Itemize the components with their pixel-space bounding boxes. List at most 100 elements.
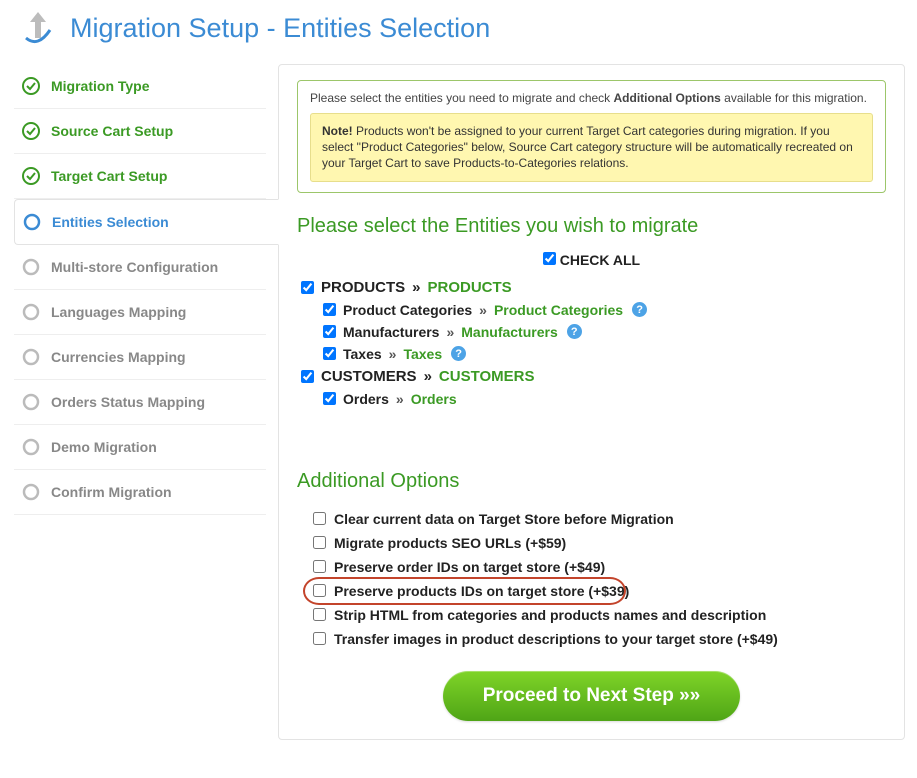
entity-group: PRODUCTS » PRODUCTS <box>301 276 886 299</box>
entity-source: Orders <box>343 391 389 407</box>
proceed-wrap: Proceed to Next Step »» <box>297 671 886 721</box>
entity-sub: Product Categories » Product Categories? <box>323 299 886 321</box>
option-row: Strip HTML from categories and products … <box>313 603 886 627</box>
main-panel: Please select the entities you need to m… <box>278 64 905 740</box>
sidebar-step-label: Multi-store Configuration <box>51 259 218 275</box>
pending-step-icon <box>22 258 40 276</box>
check-circle-icon <box>22 167 40 185</box>
option-label[interactable]: Transfer images in product descriptions … <box>334 631 778 647</box>
pending-step-icon <box>22 303 40 321</box>
option-checkbox[interactable] <box>313 608 326 621</box>
option-label[interactable]: Preserve products IDs on target store (+… <box>334 583 629 599</box>
option-checkbox[interactable] <box>313 512 326 525</box>
sidebar-step-label: Confirm Migration <box>51 484 172 500</box>
entity-target: Orders <box>411 391 457 407</box>
entity-target: PRODUCTS <box>428 279 512 296</box>
entity-sub: Taxes » Taxes? <box>323 343 886 365</box>
entity-source: Product Categories <box>343 302 472 318</box>
entity-label[interactable]: Orders » Orders <box>343 391 457 407</box>
sidebar-step[interactable]: Target Cart Setup <box>14 154 266 199</box>
option-row: Migrate products SEO URLs (+$59) <box>313 531 886 555</box>
check-circle-icon <box>22 77 40 95</box>
sidebar-step-label: Demo Migration <box>51 439 157 455</box>
entity-label[interactable]: Manufacturers » Manufacturers <box>343 324 558 340</box>
option-label[interactable]: Preserve order IDs on target store (+$49… <box>334 559 605 575</box>
check-all-row: CHECK ALL <box>297 252 886 268</box>
arrow-icon: » <box>389 346 397 362</box>
page-title: Migration Setup - Entities Selection <box>70 13 490 44</box>
entity-label[interactable]: Taxes » Taxes <box>343 346 442 362</box>
sidebar-step[interactable]: Entities Selection <box>14 199 279 245</box>
options-section-title: Additional Options <box>297 470 886 493</box>
option-row: Preserve products IDs on target store (+… <box>313 579 886 603</box>
entities-section-title: Please select the Entities you wish to m… <box>297 215 886 238</box>
entity-checkbox[interactable] <box>301 281 314 294</box>
sidebar-step[interactable]: Migration Type <box>14 64 266 109</box>
arrow-icon: » <box>396 391 404 407</box>
entity-label[interactable]: Product Categories » Product Categories <box>343 302 623 318</box>
option-label[interactable]: Clear current data on Target Store befor… <box>334 511 674 527</box>
sidebar-step[interactable]: Source Cart Setup <box>14 109 266 154</box>
arrow-icon: » <box>479 302 487 318</box>
entity-source: Manufacturers <box>343 324 439 340</box>
logo-icon <box>20 8 56 48</box>
current-step-icon <box>23 213 41 231</box>
option-checkbox[interactable] <box>313 560 326 573</box>
sidebar-step[interactable]: Currencies Mapping <box>14 335 266 380</box>
pending-step-icon <box>22 393 40 411</box>
entity-sub: Manufacturers » Manufacturers? <box>323 321 886 343</box>
entity-target: Product Categories <box>494 302 623 318</box>
help-icon[interactable]: ? <box>567 324 582 339</box>
check-all-label[interactable]: CHECK ALL <box>560 252 640 268</box>
proceed-button[interactable]: Proceed to Next Step »» <box>443 671 741 721</box>
entity-checkbox[interactable] <box>323 325 336 338</box>
sidebar-step-label: Entities Selection <box>52 214 169 230</box>
sidebar-step[interactable]: Demo Migration <box>14 425 266 470</box>
sidebar-step-label: Currencies Mapping <box>51 349 186 365</box>
entity-label[interactable]: PRODUCTS » PRODUCTS <box>321 279 512 296</box>
arrow-icon: » <box>424 368 432 385</box>
entity-group: CUSTOMERS » CUSTOMERS <box>301 365 886 388</box>
sidebar-step[interactable]: Confirm Migration <box>14 470 266 515</box>
sidebar-step[interactable]: Multi-store Configuration <box>14 245 266 290</box>
entity-checkbox[interactable] <box>323 392 336 405</box>
entity-label[interactable]: CUSTOMERS » CUSTOMERS <box>321 368 535 385</box>
entity-target: Taxes <box>403 346 442 362</box>
sidebar-step[interactable]: Orders Status Mapping <box>14 380 266 425</box>
option-label[interactable]: Strip HTML from categories and products … <box>334 607 766 623</box>
sidebar-step[interactable]: Languages Mapping <box>14 290 266 335</box>
sidebar-step-label: Source Cart Setup <box>51 123 173 139</box>
sidebar-step-label: Languages Mapping <box>51 304 186 320</box>
help-icon[interactable]: ? <box>632 302 647 317</box>
option-checkbox[interactable] <box>313 536 326 549</box>
sidebar-step-label: Orders Status Mapping <box>51 394 205 410</box>
check-all-checkbox[interactable] <box>543 252 556 265</box>
entity-target: CUSTOMERS <box>439 368 535 385</box>
info-note: Note! Products won't be assigned to your… <box>310 113 873 182</box>
options-list: Clear current data on Target Store befor… <box>313 507 886 651</box>
entity-target: Manufacturers <box>461 324 557 340</box>
pending-step-icon <box>22 348 40 366</box>
option-label[interactable]: Migrate products SEO URLs (+$59) <box>334 535 566 551</box>
help-icon[interactable]: ? <box>451 346 466 361</box>
entity-checkbox[interactable] <box>301 370 314 383</box>
entities-list: PRODUCTS » PRODUCTS Product Categories » … <box>297 276 886 410</box>
page-header: Migration Setup - Entities Selection <box>0 0 917 64</box>
arrow-icon: » <box>446 324 454 340</box>
sidebar-step-label: Target Cart Setup <box>51 168 167 184</box>
option-checkbox[interactable] <box>313 632 326 645</box>
entity-checkbox[interactable] <box>323 303 336 316</box>
entity-sub: Orders » Orders <box>323 388 886 410</box>
entity-checkbox[interactable] <box>323 347 336 360</box>
info-box: Please select the entities you need to m… <box>297 80 886 193</box>
pending-step-icon <box>22 438 40 456</box>
info-lead: Please select the entities you need to m… <box>310 91 873 105</box>
entity-source: Taxes <box>343 346 382 362</box>
entity-source: PRODUCTS <box>321 279 405 296</box>
option-checkbox[interactable] <box>313 584 326 597</box>
option-row: Preserve order IDs on target store (+$49… <box>313 555 886 579</box>
arrow-icon: » <box>412 279 420 296</box>
sidebar-step-label: Migration Type <box>51 78 150 94</box>
wizard-steps-sidebar: Migration Type Source Cart Setup Target Ca… <box>14 64 266 515</box>
entity-source: CUSTOMERS <box>321 368 417 385</box>
